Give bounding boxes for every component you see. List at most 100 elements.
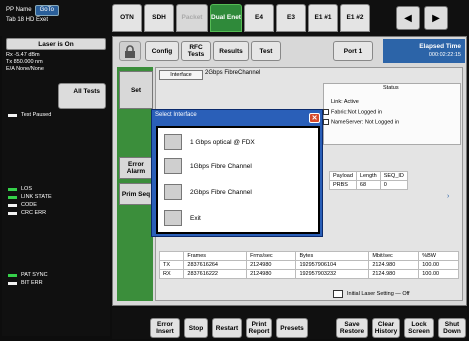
select-interface-dialog: Select Interface ✕ 1 Gbps optical @ FDX … — [151, 109, 323, 237]
table-cell: 100.00 — [418, 269, 459, 279]
column-header: Frames — [183, 251, 248, 261]
option-label: 1 Gbps optical @ FDX — [190, 138, 255, 146]
tab-dual-enet[interactable]: Dual Enet — [210, 4, 242, 32]
shut-down-button[interactable]: Shut Down — [438, 318, 466, 338]
led-indicator — [8, 203, 17, 207]
error-alarm-button[interactable]: Error Alarm — [119, 157, 153, 179]
table-cell: 192957903232 — [295, 269, 370, 279]
table-cell: 0 — [379, 180, 408, 190]
dialog-title: Select Interface — [155, 112, 197, 118]
stop-button[interactable]: Stop — [184, 318, 208, 338]
test-button[interactable]: Test — [251, 41, 281, 61]
lock-button[interactable] — [119, 41, 141, 61]
option-2gbps-fibre[interactable]: 2Gbps Fibre Channel — [164, 182, 314, 202]
led-indicator — [8, 195, 17, 199]
rfc-tests-button[interactable]: RFC Tests — [181, 41, 211, 61]
tab-packet[interactable]: Packet — [176, 4, 208, 32]
lock-screen-button[interactable]: Lock Screen — [404, 318, 434, 338]
led-row: LOS — [8, 186, 32, 192]
table-cell: 2837616222 — [183, 269, 248, 279]
fabric-status: Fabric:Not Logged in — [323, 109, 382, 115]
initial-laser-checkbox[interactable] — [333, 290, 343, 298]
tab-e1-1[interactable]: E1 #1 — [308, 4, 338, 32]
nameserver-label: NameServer: Not Logged in — [331, 119, 400, 126]
led-indicator — [8, 273, 17, 277]
initial-laser-setting: Initial Laser Setting — Off — [333, 290, 410, 298]
interface-value: 2Gbps FibreChannel — [205, 70, 261, 76]
led-label: LINK STATE — [21, 194, 52, 200]
scroll-right-icon[interactable]: › — [447, 193, 457, 201]
test-paused-label: Test Paused — [21, 112, 52, 118]
option-1gbps-fibre[interactable]: 1Gbps Fibre Channel — [164, 156, 314, 176]
tab-e4[interactable]: E4 — [244, 4, 274, 32]
restart-button[interactable]: Restart — [212, 318, 242, 338]
interface-label: Interface — [159, 70, 203, 80]
led-label: LOS — [21, 186, 33, 192]
led-row: CODE — [8, 202, 37, 208]
all-tests-button[interactable]: All Tests — [58, 83, 106, 109]
clear-history-button[interactable]: Clear History — [372, 318, 400, 338]
goto-button[interactable]: GoTo — [34, 5, 59, 16]
table-cell: 100.00 — [418, 260, 459, 270]
close-button[interactable]: ✕ — [309, 113, 320, 123]
tab-e3[interactable]: E3 — [276, 4, 306, 32]
column-header: Length — [355, 171, 381, 181]
link-status: Link: Active — [331, 99, 359, 105]
arrow-left-icon: ◀ — [404, 12, 412, 24]
column-header: Bytes — [295, 251, 370, 261]
option-exit[interactable]: Exit — [164, 208, 314, 228]
left-status-panel: Laser is On Rx -5.47 dBm Tx 850.000 nm E… — [2, 36, 110, 336]
presets-button[interactable]: Presets — [276, 318, 308, 338]
led-row: LINK STATE — [8, 194, 52, 200]
dialog-body: 1 Gbps optical @ FDX 1Gbps Fibre Channel… — [156, 126, 320, 234]
table-row: RX 2837616222 2124980 192957903232 2124.… — [158, 269, 459, 279]
led-label: CRC ERR — [21, 210, 47, 216]
fabric-label: Fabric:Not Logged in — [331, 109, 383, 116]
pp-name-label: PP Name — [6, 7, 32, 13]
pp-name-block: PP Name GoTo Tab 18 HD Exet — [2, 2, 110, 34]
table-cell: 68 — [355, 180, 381, 190]
tab-e1-2[interactable]: E1 #2 — [340, 4, 370, 32]
config-button[interactable]: Config — [145, 41, 179, 61]
payload-table: Payload Length SEQ_ID PRBS 68 0 — [329, 171, 408, 190]
column-header: %BW — [418, 251, 459, 261]
nav-right-button[interactable]: ▶ — [424, 6, 448, 30]
tab-otn[interactable]: OTN — [112, 4, 142, 32]
fabric-checkbox[interactable] — [323, 109, 329, 115]
laser-button[interactable]: Laser is On — [6, 38, 106, 50]
led-label: PAT SYNC — [21, 272, 48, 278]
option-label: Exit — [190, 214, 201, 222]
prim-seq-button[interactable]: Prim Seq — [119, 183, 153, 205]
led-indicator — [8, 281, 17, 285]
nameserver-checkbox[interactable] — [323, 119, 329, 125]
nav-left-button[interactable]: ◀ — [396, 6, 420, 30]
led-row: CRC ERR — [8, 210, 46, 216]
set-button[interactable]: Set — [119, 71, 153, 109]
table-row: TX 2837616264 2124980 192957906104 2124.… — [158, 260, 459, 270]
led-label: BIT ERR — [21, 280, 43, 286]
save-restore-button[interactable]: Save Restore — [336, 318, 368, 338]
column-header: Frms/sec — [246, 251, 297, 261]
frames-table-wrap: Frames Frms/sec Bytes Mbit/sec %BW TX 28… — [158, 251, 459, 279]
table-cell: 2124980 — [246, 269, 297, 279]
arrow-right-icon: ▶ — [432, 12, 440, 24]
column-header: Payload — [329, 171, 357, 181]
error-insert-button[interactable]: Error Insert — [150, 318, 180, 338]
status-header: Status — [383, 85, 399, 91]
led-row: PAT SYNC — [8, 272, 48, 278]
results-button[interactable]: Results — [213, 41, 249, 61]
table-row[interactable]: PRBS 68 0 — [329, 180, 408, 190]
column-header — [158, 251, 185, 261]
table-cell: 2124980 — [246, 260, 297, 270]
port-button[interactable]: Port 1 — [333, 41, 373, 61]
status-led — [8, 113, 17, 117]
table-cell: 2124.980 — [368, 260, 420, 270]
led-label: CODE — [21, 202, 37, 208]
led-row: BIT ERR — [8, 280, 43, 286]
nameserver-status: NameServer: Not Logged in — [323, 119, 399, 125]
led-indicator — [8, 211, 17, 215]
tab-sdh[interactable]: SDH — [144, 4, 174, 32]
option-1gbps-optical[interactable]: 1 Gbps optical @ FDX — [164, 132, 314, 152]
close-icon: ✕ — [311, 115, 318, 122]
print-report-button[interactable]: Print Report — [246, 318, 272, 338]
